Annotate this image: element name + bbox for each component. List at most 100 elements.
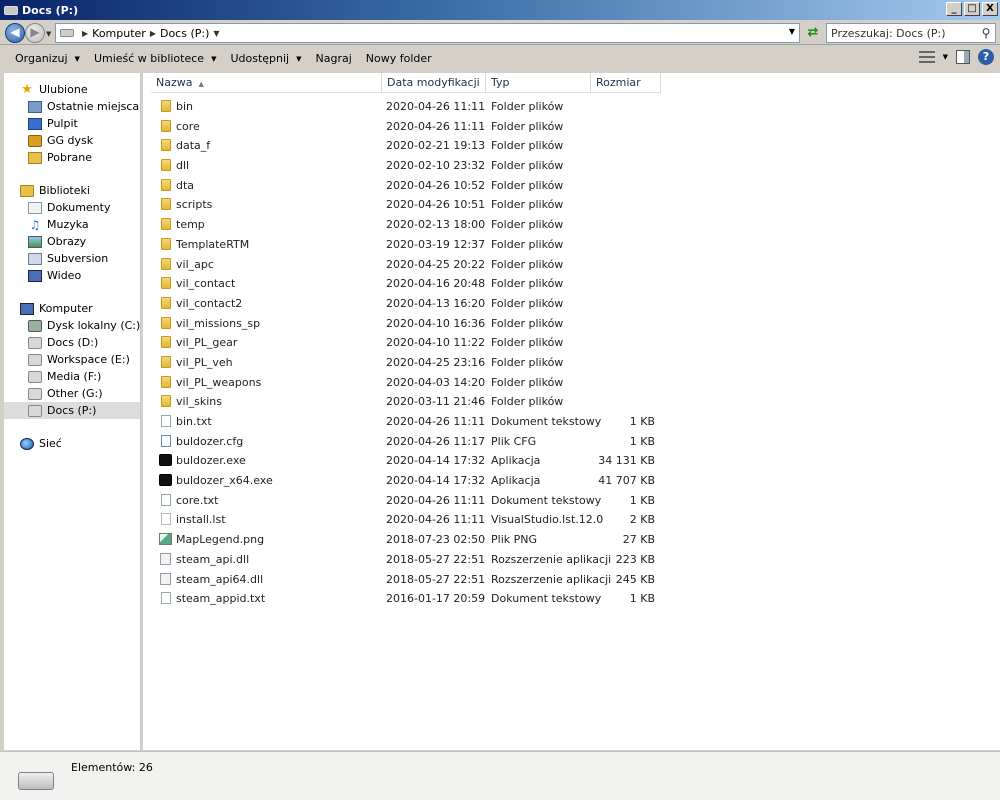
- nav-gg-drive[interactable]: GG dysk: [4, 132, 140, 149]
- column-header-name[interactable]: Nazwa ▲: [151, 73, 382, 93]
- file-type: Folder plików: [491, 336, 564, 350]
- nav-label: Media (F:): [47, 370, 102, 383]
- chevron-right-icon[interactable]: ▶: [82, 29, 88, 38]
- file-row[interactable]: vil_PL_gear 2020-04-10 11:22 Folder plików: [143, 334, 1000, 354]
- folder-icon: [161, 257, 171, 270]
- nav-drive-g[interactable]: Other (G:): [4, 385, 140, 402]
- nav-drive-c[interactable]: Dysk lokalny (C:): [4, 317, 140, 334]
- file-size: 245 KB: [615, 572, 655, 586]
- close-button[interactable]: X: [982, 2, 998, 16]
- file-row[interactable]: temp 2020-02-13 18:00 Folder plików: [143, 216, 1000, 236]
- chevron-down-icon: ▼: [211, 55, 217, 63]
- nav-network[interactable]: Sieć: [4, 435, 140, 452]
- nav-pictures[interactable]: Obrazy: [4, 233, 140, 250]
- nav-libraries[interactable]: Biblioteki: [4, 182, 140, 199]
- navigation-pane[interactable]: ★ Ulubione Ostatnie miejsca Pulpit GG dys…: [4, 73, 141, 750]
- file-type: Dokument tekstowy: [491, 415, 602, 428]
- nav-subversion[interactable]: Subversion: [4, 250, 140, 267]
- address-dropdown-icon[interactable]: ▼: [789, 27, 795, 36]
- nav-drive-d[interactable]: Docs (D:): [4, 334, 140, 351]
- search-icon[interactable]: ⚲: [977, 24, 995, 42]
- file-row[interactable]: core.txt 2020-04-26 11:11 Dokument tekstow…: [143, 492, 1000, 512]
- file-type: Plik PNG: [491, 533, 537, 547]
- file-row[interactable]: steam_appid.txt 2016-01-17 20:59 Dokument …: [143, 590, 1000, 610]
- title-bar[interactable]: Docs (P:) _ □ X: [0, 0, 1000, 20]
- address-row: ◀ ▶ ▼ ▶ Komputer ▶ Docs (P:) ▼ ▼ ⇄ Przes…: [0, 20, 1000, 45]
- file-row[interactable]: buldozer.cfg 2020-04-26 11:17 Plik CFG 1 KB: [143, 433, 1000, 453]
- organize-button[interactable]: Organizuj ▼: [8, 48, 87, 70]
- nav-group-network: Sieć: [4, 435, 140, 452]
- file-date: 2020-02-21 19:13: [386, 139, 486, 153]
- view-dropdown-icon[interactable]: ▼: [943, 53, 948, 61]
- file-date: 2016-01-17 20:59: [386, 592, 486, 606]
- file-row[interactable]: dll 2020-02-10 23:32 Folder plików: [143, 157, 1000, 177]
- file-row[interactable]: core 2020-04-26 11:11 Folder plików: [143, 118, 1000, 138]
- burn-button[interactable]: Nagraj: [309, 48, 359, 70]
- videos-icon: [28, 269, 42, 282]
- preview-pane-icon[interactable]: [956, 50, 970, 64]
- back-button[interactable]: ◀: [5, 23, 25, 43]
- file-row[interactable]: vil_PL_veh 2020-04-25 23:16 Folder plików: [143, 354, 1000, 374]
- file-row[interactable]: vil_apc 2020-04-25 20:22 Folder plików: [143, 256, 1000, 276]
- maximize-button[interactable]: □: [964, 2, 980, 16]
- nav-desktop[interactable]: Pulpit: [4, 115, 140, 132]
- file-row[interactable]: bin.txt 2020-04-26 11:11 Dokument tekstowy…: [143, 413, 1000, 433]
- minimize-button[interactable]: _: [946, 2, 962, 16]
- file-type: Folder plików: [491, 237, 564, 251]
- address-bar[interactable]: ▶ Komputer ▶ Docs (P:) ▼ ▼: [55, 23, 800, 43]
- file-type: Rozszerzenie aplikacji: [491, 552, 612, 566]
- forward-button[interactable]: ▶: [25, 23, 45, 43]
- status-bar: Elementów: 26: [0, 751, 1000, 800]
- nav-downloads[interactable]: Pobrane: [4, 149, 140, 166]
- help-icon[interactable]: ?: [978, 49, 994, 65]
- file-row[interactable]: TemplateRTM 2020-03-19 12:37 Folder plików: [143, 236, 1000, 256]
- file-name: vil_PL_weapons: [176, 375, 262, 389]
- nav-label: Docs (P:): [47, 404, 97, 417]
- file-row[interactable]: vil_contact2 2020-04-13 16:20 Folder plikó…: [143, 295, 1000, 315]
- nav-recent-places[interactable]: Ostatnie miejsca: [4, 98, 140, 115]
- file-row[interactable]: vil_PL_weapons 2020-04-03 14:20 Folder pli…: [143, 374, 1000, 394]
- nav-favorites[interactable]: ★ Ulubione: [4, 81, 140, 98]
- file-row[interactable]: buldozer.exe 2020-04-14 17:32 Aplikacja 34 …: [143, 452, 1000, 472]
- include-in-library-button[interactable]: Umieść w bibliotece ▼: [87, 48, 224, 70]
- nav-drive-f[interactable]: Media (F:): [4, 368, 140, 385]
- column-header-type[interactable]: Typ: [486, 73, 591, 93]
- folder-icon: [161, 355, 171, 368]
- nav-drive-p[interactable]: Docs (P:): [4, 402, 140, 419]
- new-folder-button[interactable]: Nowy folder: [359, 48, 439, 70]
- file-row[interactable]: bin 2020-04-26 11:11 Folder plików: [143, 98, 1000, 118]
- column-header-date[interactable]: Data modyfikacji: [382, 73, 486, 93]
- file-row[interactable]: vil_contact 2020-04-16 20:48 Folder plików: [143, 275, 1000, 295]
- file-row[interactable]: dta 2020-04-26 10:52 Folder plików: [143, 177, 1000, 197]
- file-name: scripts: [176, 198, 213, 212]
- refresh-button[interactable]: ⇄: [805, 25, 821, 41]
- breadcrumb-computer[interactable]: Komputer: [92, 27, 146, 40]
- chevron-right-icon[interactable]: ▶: [150, 29, 156, 38]
- chevron-down-icon[interactable]: ▼: [213, 29, 219, 38]
- file-row[interactable]: buldozer_x64.exe 2020-04-14 17:32 Aplikacj…: [143, 472, 1000, 492]
- file-name: steam_api64.dll: [176, 572, 264, 586]
- nav-computer[interactable]: Komputer: [4, 300, 140, 317]
- breadcrumb-drive[interactable]: Docs (P:): [160, 27, 209, 40]
- nav-videos[interactable]: Wideo: [4, 267, 140, 284]
- file-row[interactable]: data_f 2020-02-21 19:13 Folder plików: [143, 137, 1000, 157]
- nav-label: Sieć: [39, 437, 62, 450]
- change-view-icon[interactable]: [918, 51, 935, 63]
- nav-music[interactable]: ♫ Muzyka: [4, 216, 140, 233]
- share-button[interactable]: Udostępnij ▼: [223, 48, 308, 70]
- file-row[interactable]: steam_api64.dll 2018-05-27 22:51 Rozszerze…: [143, 571, 1000, 591]
- nav-drive-e[interactable]: Workspace (E:): [4, 351, 140, 368]
- nav-label: Subversion: [47, 252, 109, 265]
- nav-documents[interactable]: Dokumenty: [4, 199, 140, 216]
- file-name: bin: [176, 100, 194, 113]
- file-row[interactable]: scripts 2020-04-26 10:51 Folder plików: [143, 196, 1000, 216]
- column-header-size[interactable]: Rozmiar: [591, 73, 661, 93]
- search-input[interactable]: Przeszukaj: Docs (P:) ⚲: [826, 23, 996, 43]
- file-row[interactable]: steam_api.dll 2018-05-27 22:51 Rozszerzeni…: [143, 551, 1000, 571]
- file-row[interactable]: MapLegend.png 2018-07-23 02:50 Plik PNG 27 …: [143, 531, 1000, 551]
- file-list[interactable]: Nazwa ▲ Data modyfikacji Typ Rozmiar bin 2…: [143, 73, 1000, 750]
- file-row[interactable]: vil_missions_sp 2020-04-10 16:36 Folder pl…: [143, 315, 1000, 335]
- file-row[interactable]: vil_skins 2020-03-11 21:46 Folder plików: [143, 393, 1000, 413]
- file-row[interactable]: install.lst 2020-04-26 11:11 VisualStudio.…: [143, 511, 1000, 531]
- history-dropdown-icon[interactable]: ▼: [46, 30, 51, 38]
